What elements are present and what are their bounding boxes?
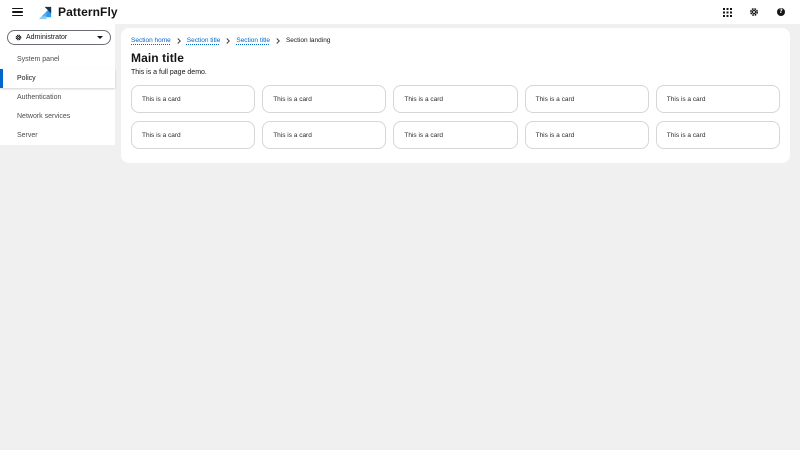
patternfly-logo-icon bbox=[38, 6, 52, 19]
card: This is a card bbox=[262, 121, 387, 149]
card-text: This is a card bbox=[142, 95, 181, 103]
card: This is a card bbox=[131, 85, 256, 113]
breadcrumb-link-section-title-1[interactable]: Section title bbox=[187, 37, 221, 44]
page-title: Main title bbox=[131, 51, 185, 65]
gear-icon bbox=[15, 34, 22, 41]
chevron-right-icon bbox=[177, 37, 181, 44]
card: This is a card bbox=[131, 121, 256, 149]
global-nav-toggle-button[interactable] bbox=[10, 4, 26, 20]
help-question-icon: ? bbox=[777, 8, 785, 16]
card-text: This is a card bbox=[666, 95, 706, 103]
sidebar-nav: System panel Policy Authentication Netwo… bbox=[0, 50, 115, 145]
sidebar-item-network-services[interactable]: Network services bbox=[0, 107, 115, 126]
card: This is a card bbox=[524, 121, 649, 149]
context-selector-value: Administrator bbox=[26, 34, 68, 41]
settings-gear-icon bbox=[750, 8, 758, 16]
card: This is a card bbox=[524, 85, 649, 113]
sidebar-item-server[interactable]: Server bbox=[0, 126, 115, 145]
card-text: This is a card bbox=[535, 95, 575, 103]
sidebar: Administrator System panel Policy Authen… bbox=[0, 24, 115, 145]
settings-button[interactable] bbox=[747, 5, 761, 19]
app-launcher-button[interactable] bbox=[720, 5, 734, 19]
card: This is a card bbox=[655, 121, 780, 149]
card-text: This is a card bbox=[404, 95, 444, 103]
sidebar-item-system-panel[interactable]: System panel bbox=[0, 50, 115, 69]
card: This is a card bbox=[393, 121, 518, 149]
masthead-toolbar: ? bbox=[720, 5, 788, 19]
page-subtitle: This is a full page demo. bbox=[131, 69, 207, 76]
breadcrumb-current-item: Section landing bbox=[285, 37, 331, 44]
chevron-right-icon bbox=[276, 37, 280, 44]
breadcrumb-link-section-home[interactable]: Section home bbox=[131, 37, 171, 44]
card-text: This is a card bbox=[535, 131, 575, 139]
card: This is a card bbox=[393, 85, 518, 113]
card-text: This is a card bbox=[404, 131, 444, 139]
brand-text: PatternFly bbox=[58, 5, 118, 19]
brand-logo[interactable]: PatternFly bbox=[38, 5, 118, 20]
breadcrumb: Section home Section title Section title… bbox=[131, 36, 780, 45]
card: This is a card bbox=[655, 85, 780, 113]
card-text: This is a card bbox=[142, 131, 181, 139]
card: This is a card bbox=[262, 85, 387, 113]
context-selector-dropdown[interactable]: Administrator bbox=[7, 30, 111, 45]
card-text: This is a card bbox=[666, 131, 706, 139]
card-text: This is a card bbox=[273, 95, 312, 103]
menu-icon bbox=[12, 7, 23, 10]
card-grid: This is a card This is a card This is a … bbox=[131, 85, 780, 149]
breadcrumb-link-section-title-2[interactable]: Section title bbox=[236, 37, 270, 44]
main-content-panel: Section home Section title Section title… bbox=[121, 28, 790, 163]
masthead: PatternFly ? bbox=[0, 0, 800, 24]
app-launcher-grid-icon bbox=[722, 7, 732, 17]
card-text: This is a card bbox=[273, 131, 312, 139]
help-button[interactable]: ? bbox=[774, 5, 788, 19]
sidebar-item-authentication[interactable]: Authentication bbox=[0, 88, 115, 107]
caret-down-icon bbox=[97, 36, 103, 39]
chevron-right-icon bbox=[226, 37, 231, 44]
sidebar-item-policy[interactable]: Policy bbox=[0, 69, 115, 88]
